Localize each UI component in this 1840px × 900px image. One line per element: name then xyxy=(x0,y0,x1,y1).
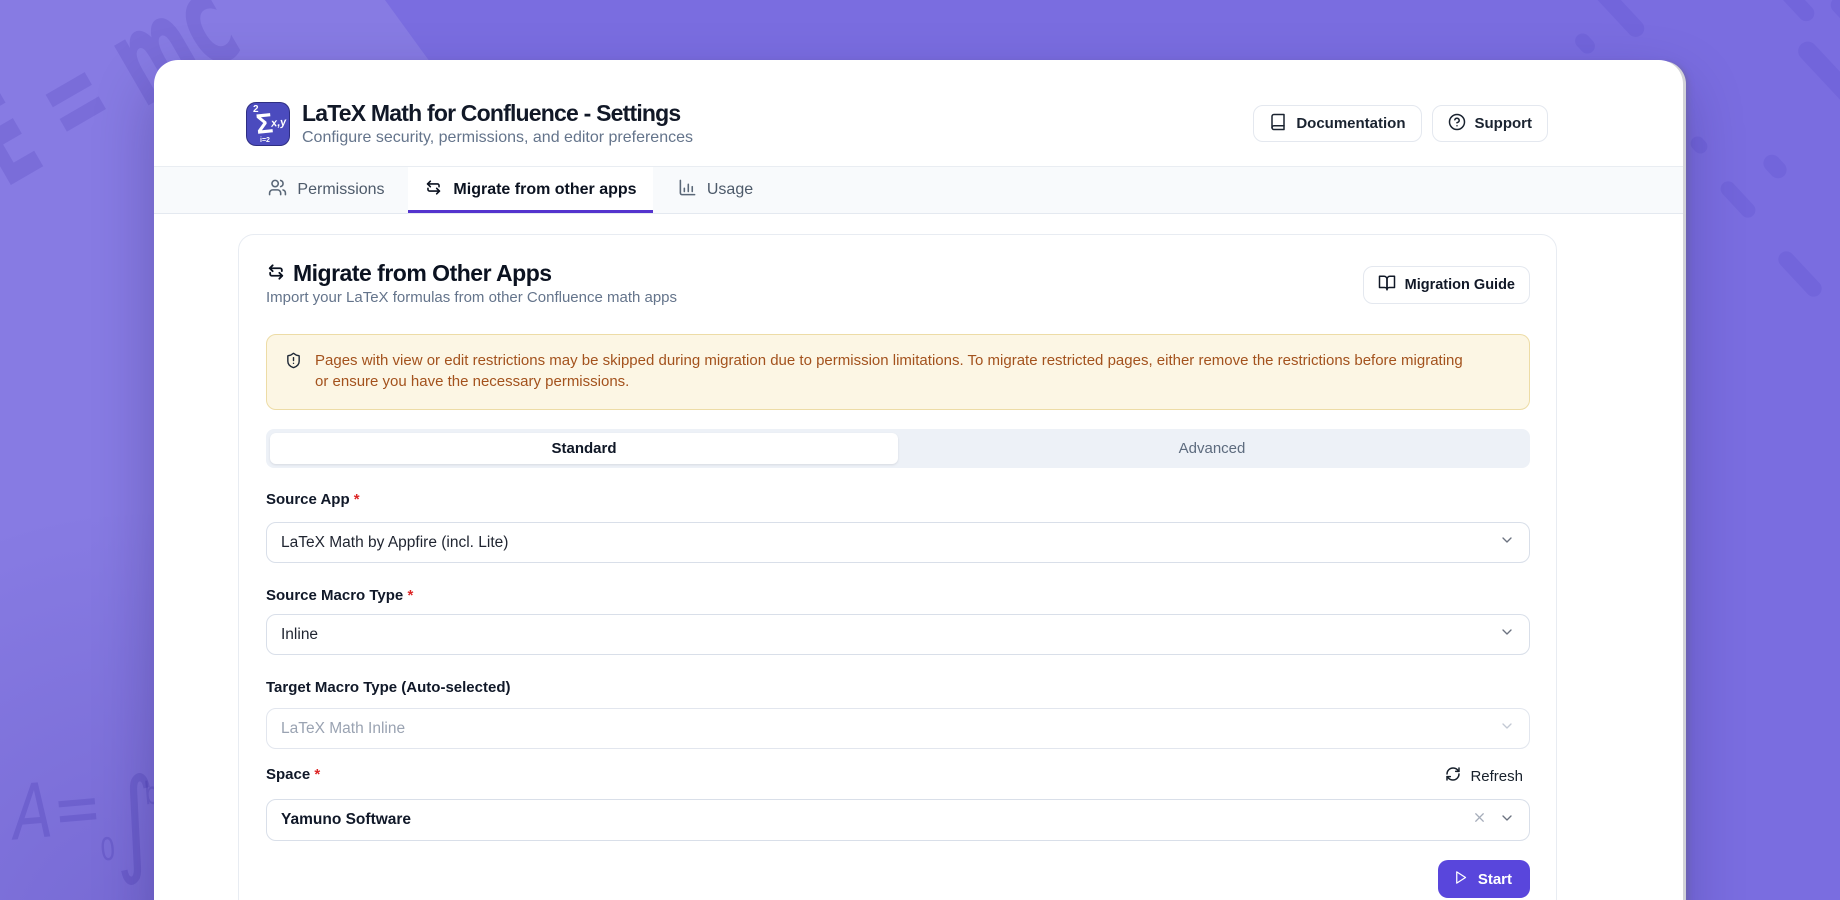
source-macro-type-label: Source Macro Type * xyxy=(266,587,413,604)
documentation-button-label: Documentation xyxy=(1296,115,1405,132)
target-macro-type-select[interactable]: LaTeX Math Inline xyxy=(266,708,1530,749)
migration-guide-button[interactable]: Migration Guide xyxy=(1363,266,1530,304)
bg-streak xyxy=(1760,151,1790,182)
tab-permissions-label: Permissions xyxy=(297,181,384,199)
start-button[interactable]: Start xyxy=(1438,860,1530,898)
page-title: LaTeX Math for Confluence - Settings xyxy=(302,100,680,126)
documentation-button[interactable]: Documentation xyxy=(1253,105,1421,142)
chevron-down-icon xyxy=(1499,718,1515,739)
space-select[interactable]: Yamuno Software xyxy=(266,799,1530,841)
bg-streak xyxy=(1827,0,1840,38)
source-app-select[interactable]: LaTeX Math by Appfire (incl. Lite) xyxy=(266,522,1530,563)
space-label: Space * xyxy=(266,766,320,783)
restrictions-warning: Pages with view or edit restrictions may… xyxy=(266,334,1530,410)
bg-streak xyxy=(1770,0,1817,24)
panel-title: Migrate from Other Apps xyxy=(293,261,552,285)
app-logo-sub: i=2 xyxy=(260,137,270,144)
tab-usage-label: Usage xyxy=(707,181,753,199)
refresh-icon xyxy=(1445,766,1461,786)
space-value: Yamuno Software xyxy=(281,811,1472,829)
tab-migrate-label: Migrate from other apps xyxy=(453,181,636,199)
start-button-label: Start xyxy=(1478,871,1512,888)
source-macro-type-select[interactable]: Inline xyxy=(266,614,1530,655)
refresh-button[interactable]: Refresh xyxy=(1445,766,1523,786)
bar-chart-icon xyxy=(678,178,697,202)
required-asterisk: * xyxy=(407,587,413,604)
required-asterisk: * xyxy=(354,491,360,508)
app-logo-xy: x,y xyxy=(270,116,286,130)
mode-standard[interactable]: Standard xyxy=(270,433,898,464)
mode-advanced[interactable]: Advanced xyxy=(898,433,1526,464)
users-icon xyxy=(268,178,287,202)
bg-streak xyxy=(1794,38,1840,172)
bg-streak xyxy=(1718,178,1759,220)
bg-streak xyxy=(1572,30,1598,56)
card-header: 2 Σ x,y i=2 LaTeX Math for Confluence - … xyxy=(154,60,1683,167)
tab-migrate-from-other-apps[interactable]: Migrate from other apps xyxy=(408,167,653,213)
play-icon xyxy=(1453,870,1468,889)
book-icon xyxy=(1269,113,1287,135)
source-macro-type-value: Inline xyxy=(281,626,1499,644)
page-background: E = mc A=∫b0f(x)dx 2 Σ x,y i=2 LaTeX Mat… xyxy=(0,0,1840,900)
source-app-label: Source App * xyxy=(266,491,360,508)
migration-guide-label: Migration Guide xyxy=(1405,277,1515,293)
help-circle-icon xyxy=(1448,113,1466,135)
target-macro-type-value: LaTeX Math Inline xyxy=(281,720,1499,738)
warning-text: Pages with view or edit restrictions may… xyxy=(315,350,1471,394)
target-macro-type-label: Target Macro Type (Auto-selected) xyxy=(266,679,510,696)
source-app-value: LaTeX Math by Appfire (incl. Lite) xyxy=(281,534,1499,552)
app-logo: 2 Σ x,y i=2 xyxy=(246,102,290,146)
settings-card: 2 Σ x,y i=2 LaTeX Math for Confluence - … xyxy=(154,60,1683,900)
bg-streak xyxy=(1775,248,1825,300)
book-open-icon xyxy=(1378,274,1396,296)
support-button-label: Support xyxy=(1475,115,1533,132)
swap-arrows-icon xyxy=(424,178,443,202)
tab-bar: Permissions Migrate from other apps Usag… xyxy=(154,167,1683,214)
shield-alert-icon xyxy=(285,350,302,394)
mode-toggle: Standard Advanced xyxy=(266,429,1530,468)
bg-streak xyxy=(1590,0,1647,40)
bg-streak xyxy=(1688,134,1711,157)
clear-icon[interactable] xyxy=(1472,810,1487,830)
page-subtitle: Configure security, permissions, and edi… xyxy=(302,129,693,147)
chevron-down-icon xyxy=(1499,532,1515,553)
required-asterisk: * xyxy=(314,766,320,783)
chevron-down-icon xyxy=(1499,810,1515,831)
tab-permissions[interactable]: Permissions xyxy=(245,167,408,213)
tab-usage[interactable]: Usage xyxy=(653,167,778,213)
migrate-panel: Migrate from Other Apps Import your LaTe… xyxy=(238,234,1557,900)
panel-subtitle: Import your LaTeX formulas from other Co… xyxy=(266,289,677,306)
chevron-down-icon xyxy=(1499,624,1515,645)
swap-arrows-icon xyxy=(266,262,286,287)
refresh-label: Refresh xyxy=(1470,768,1523,785)
support-button[interactable]: Support xyxy=(1432,105,1549,142)
